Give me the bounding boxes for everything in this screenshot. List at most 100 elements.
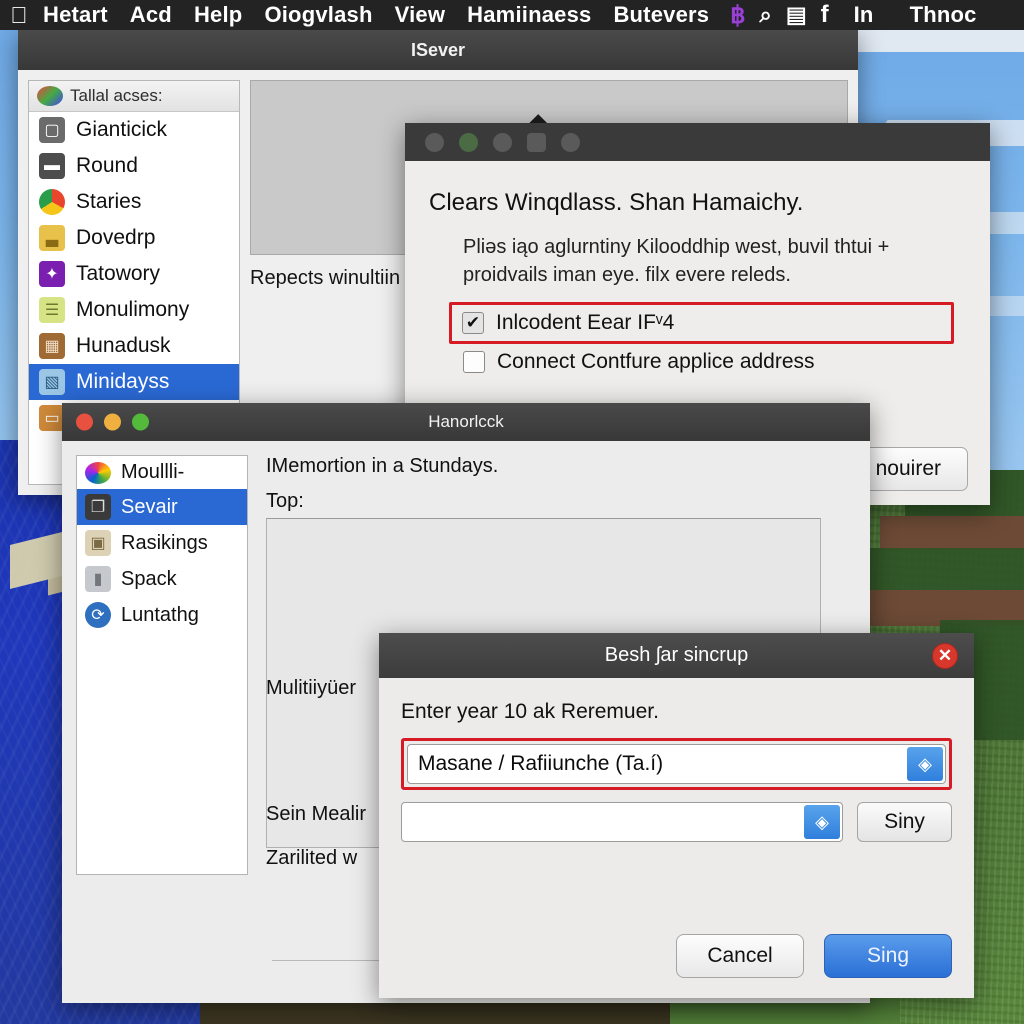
modal-body: Enter year 10 ak Reremuer. Masane / Rafi… bbox=[379, 678, 974, 998]
facebook-icon[interactable]: f bbox=[821, 1, 829, 29]
alert-titlebar[interactable] bbox=[405, 123, 990, 161]
basket-icon: ▃ bbox=[39, 225, 65, 251]
time-machine-icon: ⟳ bbox=[85, 602, 111, 628]
iserver-sidebar-header: Tallal acses: bbox=[29, 81, 239, 112]
trash-icon: ▮ bbox=[85, 566, 111, 592]
sidebar-item-label: Spack bbox=[121, 567, 177, 590]
secondary-select-row: ◈ Siny bbox=[401, 802, 952, 842]
purple-app-icon: ✦ bbox=[39, 261, 65, 287]
chrome-icon bbox=[39, 189, 65, 215]
iserver-sidebar-header-label: Tallal acses: bbox=[70, 86, 163, 105]
menu-bar:  Hetart Acd Help Oiogvlash View Hamiina… bbox=[0, 0, 1024, 30]
sidebar-item-gianticick[interactable]: ▢ Gianticick bbox=[29, 112, 239, 148]
checkbox-row-incodent[interactable]: ✔ Inlcodent Eear IFᵛ4 bbox=[462, 305, 951, 341]
apps-icon bbox=[37, 86, 63, 106]
hanorlcck-lead-text: IMemortion in a Stundays. bbox=[266, 455, 499, 477]
sidebar-item-label: Monulimony bbox=[76, 298, 190, 321]
chevron-updown-icon[interactable]: ◈ bbox=[907, 747, 943, 781]
sidebar-item-monulimony[interactable]: ☰ Monulimony bbox=[29, 292, 239, 328]
sidebar-item-moullli[interactable]: Moullli- bbox=[77, 456, 247, 489]
select-primary-value: Masane / Rafiiunche (Ta.í) bbox=[418, 752, 664, 775]
menu-item-4[interactable]: View bbox=[384, 2, 457, 28]
color-wheel-icon bbox=[85, 461, 111, 484]
sidebar-item-label: Minidayss bbox=[76, 370, 170, 393]
window-modal: Besh ʃar sincrup ✕ Enter year 10 ak Rere… bbox=[379, 633, 974, 998]
sidebar-item-rasikings[interactable]: ▣ Rasikings bbox=[77, 525, 247, 561]
iserver-titlebar[interactable]: ISever bbox=[18, 30, 858, 70]
menu-status-text-0[interactable]: In bbox=[843, 2, 885, 28]
sidebar-item-label: Staries bbox=[76, 190, 142, 213]
cancel-button[interactable]: Cancel bbox=[676, 934, 804, 978]
notes-icon: ☰ bbox=[39, 297, 65, 323]
sidebar-item-hunadusk[interactable]: ▦ Hunadusk bbox=[29, 328, 239, 364]
close-button-icon[interactable] bbox=[76, 413, 93, 431]
sidebar-item-minidayss[interactable]: ▧ Minidayss bbox=[29, 364, 239, 400]
modal-footer: Cancel Sing bbox=[676, 934, 952, 978]
sidebar-item-dovedrp[interactable]: ▃ Dovedrp bbox=[29, 220, 239, 256]
sidebar-item-tatowory[interactable]: ✦ Tatowory bbox=[29, 256, 239, 292]
sidebar-item-label: Dovedrp bbox=[76, 226, 156, 249]
sidebar-item-label: Rasikings bbox=[121, 531, 208, 554]
field-label-top: Top: bbox=[266, 490, 304, 512]
sidebar-item-label: Hunadusk bbox=[76, 334, 171, 357]
dirt-block bbox=[880, 516, 1024, 550]
sidebar-item-spack[interactable]: ▮ Spack bbox=[77, 561, 247, 597]
label-sein-mealir: Sein Mealir bbox=[266, 803, 367, 825]
toolbar-dot-green-icon[interactable] bbox=[459, 132, 478, 152]
disk-icon: ▧ bbox=[39, 369, 65, 395]
screen-root:  Hetart Acd Help Oiogvlash View Hamiina… bbox=[0, 0, 1024, 1024]
sidebar-item-label: Gianticick bbox=[76, 118, 168, 141]
sidebar-item-label: Sevair bbox=[121, 495, 178, 518]
sidebar-item-label: Luntathg bbox=[121, 603, 199, 626]
close-icon[interactable]: ✕ bbox=[932, 642, 958, 669]
menu-item-2[interactable]: Help bbox=[183, 2, 253, 28]
menu-item-3[interactable]: Oiogvlash bbox=[253, 2, 383, 28]
toolbar-dot-icon[interactable] bbox=[493, 132, 512, 152]
label-multiplayer: Mulitiiyüer bbox=[266, 677, 357, 699]
search-icon[interactable]: ⌕ bbox=[760, 2, 772, 28]
minimize-button-icon[interactable] bbox=[104, 413, 121, 431]
select-secondary[interactable]: ◈ bbox=[401, 802, 843, 842]
chevron-updown-icon[interactable]: ◈ bbox=[804, 805, 840, 839]
menu-item-6[interactable]: Butevers bbox=[602, 2, 720, 28]
iserver-title: ISever bbox=[410, 39, 466, 60]
hanorlcck-titlebar[interactable]: Hanorlcck bbox=[62, 403, 870, 441]
sidebar-item-staries[interactable]: Staries bbox=[29, 184, 239, 220]
checkbox-checked-icon[interactable]: ✔ bbox=[462, 311, 484, 334]
select-highlight-frame: Masane / Rafiiunche (Ta.í) ◈ bbox=[401, 738, 952, 790]
alert-heading: Clears Winqdlass. Shan Hamaichy. bbox=[429, 189, 804, 216]
maximize-button-icon[interactable] bbox=[132, 413, 149, 431]
hedge-block bbox=[860, 548, 1024, 590]
menu-item-5[interactable]: Hamiinaess bbox=[456, 2, 602, 28]
menu-bar-status-items: ฿ ⌕ ▤ f In Thnoc bbox=[730, 1, 987, 30]
printer-icon: ▣ bbox=[85, 530, 111, 556]
trashcan-icon: ▢ bbox=[39, 117, 65, 143]
toolbar-shield-icon[interactable] bbox=[527, 132, 546, 152]
siny-button[interactable]: Siny bbox=[857, 802, 952, 842]
sidebar-item-luntathg[interactable]: ⟳ Luntathg bbox=[77, 597, 247, 633]
bus-icon: ▬ bbox=[39, 153, 65, 179]
modal-prompt: Enter year 10 ak Reremuer. bbox=[401, 700, 659, 723]
menu-status-text-1[interactable]: Thnoc bbox=[899, 2, 988, 28]
screen-capture-icon[interactable]: ▤ bbox=[786, 2, 807, 28]
checkbox-label: Connect Contfure applice address bbox=[497, 349, 815, 373]
crate-icon: ▦ bbox=[39, 333, 65, 359]
sidebar-item-round[interactable]: ▬ Round bbox=[29, 148, 239, 184]
sidebar-item-sevair[interactable]: ❐ Sevair bbox=[77, 489, 247, 525]
toolbar-dot-icon[interactable] bbox=[561, 132, 580, 152]
purple-alien-icon[interactable]: ฿ bbox=[730, 1, 745, 30]
apple-logo-icon[interactable]:  bbox=[6, 2, 32, 28]
alert-description: Pliəs iąo aglurntiny Kilooddhip west, bu… bbox=[463, 236, 890, 287]
modal-title: Besh ʃar sincrup bbox=[604, 644, 749, 666]
toolbar-dot-icon[interactable] bbox=[425, 132, 444, 152]
checkbox-unchecked-icon[interactable] bbox=[463, 350, 485, 373]
checkbox-row-connect[interactable]: Connect Contfure applice address bbox=[463, 344, 966, 380]
checkbox-label: Inlcodent Eear IFᵛ4 bbox=[496, 310, 675, 334]
sidebar-item-label: Tatowory bbox=[76, 262, 161, 285]
modal-titlebar[interactable]: Besh ʃar sincrup ✕ bbox=[379, 633, 974, 678]
sidebar-item-label: Moullli- bbox=[121, 461, 185, 483]
sing-button[interactable]: Sing bbox=[824, 934, 952, 978]
menu-item-0[interactable]: Hetart bbox=[32, 2, 119, 28]
menu-item-1[interactable]: Acd bbox=[119, 2, 183, 28]
select-primary[interactable]: Masane / Rafiiunche (Ta.í) ◈ bbox=[407, 744, 946, 784]
